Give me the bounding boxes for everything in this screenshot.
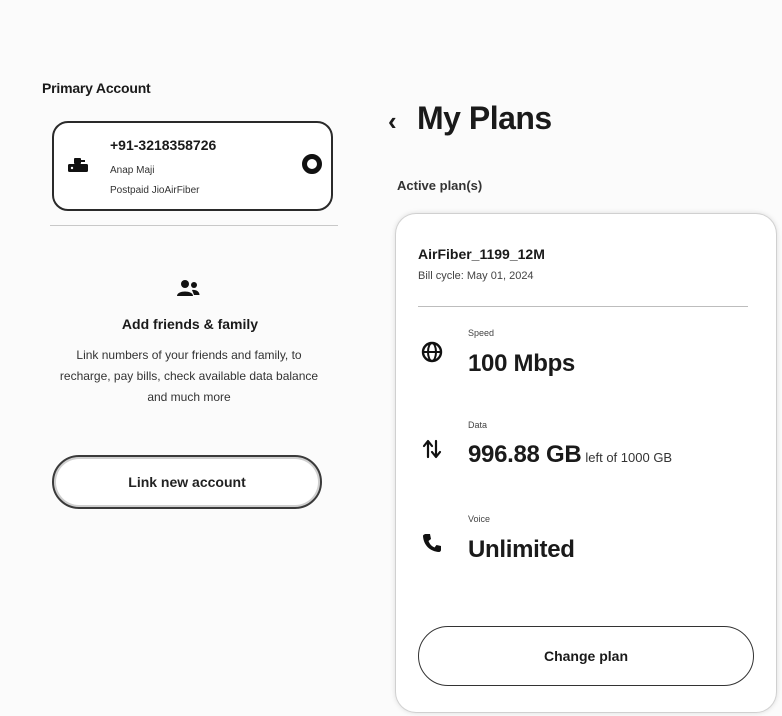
account-number: +91-3218358726 — [110, 137, 217, 153]
add-family-title: Add friends & family — [121, 316, 259, 332]
account-card[interactable]: +91-3218358726 Anap Maji Postpaid JioAir… — [52, 121, 333, 211]
voice-label: Voice — [468, 514, 491, 524]
bill-cycle: Bill cycle: May 01, 2024 — [418, 270, 534, 282]
data-label: Data — [468, 420, 488, 430]
arrows-updown-icon — [422, 439, 442, 459]
divider — [50, 225, 338, 226]
voice-value: Unlimited — [468, 536, 575, 563]
active-plans-label: Active plan(s) — [397, 178, 483, 193]
data-value: 996.88 GB — [468, 441, 582, 468]
primary-account-label: Primary Account — [42, 80, 151, 96]
account-radio-selected[interactable] — [302, 154, 322, 174]
router-icon — [68, 158, 88, 172]
account-holder-name: Anap Maji — [110, 165, 155, 176]
add-family-description: Link numbers of your friends and family,… — [59, 348, 319, 404]
people-icon — [177, 280, 200, 296]
data-suffix: left of 1000 GB — [585, 450, 673, 465]
change-plan-button[interactable]: Change plan — [418, 626, 754, 686]
phone-icon — [423, 534, 441, 552]
plan-card: AirFiber_1199_12M Bill cycle: May 01, 20… — [396, 214, 776, 712]
speed-value: 100 Mbps — [468, 350, 575, 377]
data-value-row: 996.88 GB left of 1000 GB — [468, 441, 672, 469]
link-new-account-button[interactable]: Link new account — [52, 455, 322, 509]
plan-name: AirFiber_1199_12M — [418, 246, 545, 262]
speed-label: Speed — [468, 328, 495, 338]
chevron-left-icon[interactable]: ‹ — [388, 108, 397, 134]
page-title: My Plans — [417, 100, 552, 136]
globe-icon — [421, 341, 443, 363]
account-plan-type: Postpaid JioAirFiber — [110, 185, 200, 196]
divider — [418, 306, 748, 307]
